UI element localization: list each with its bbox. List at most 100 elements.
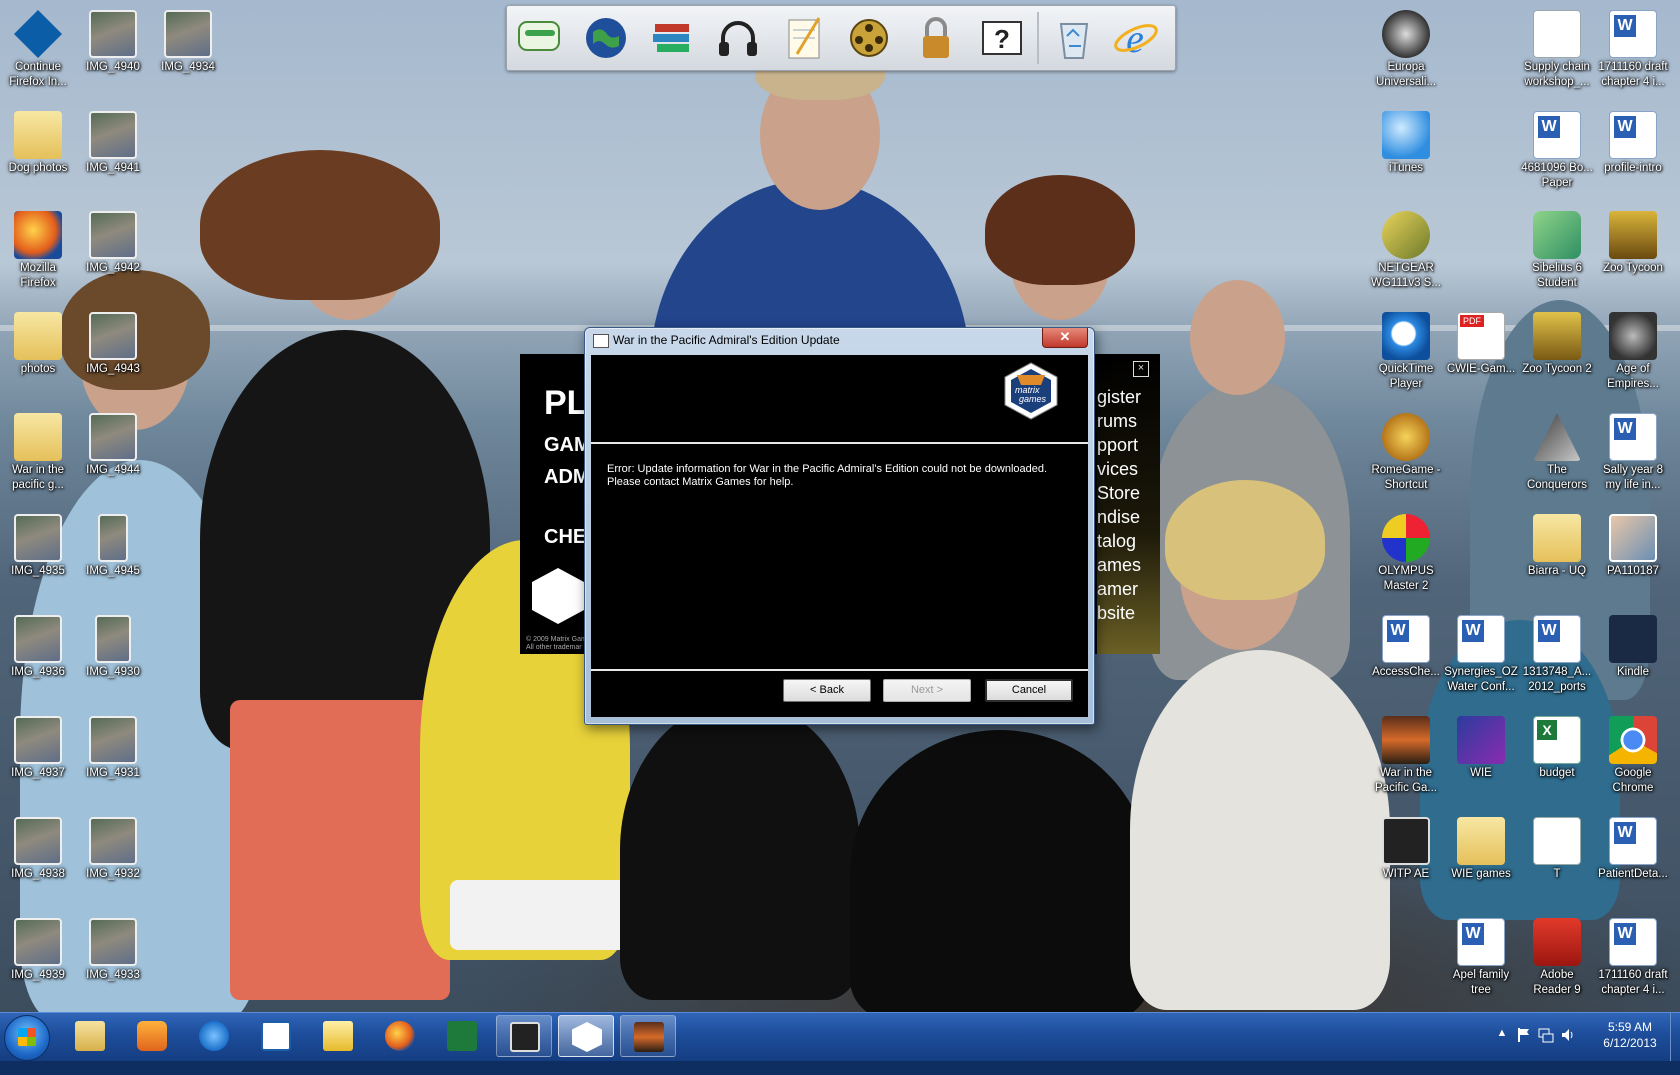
launcher-menu-item[interactable]: ndise bbox=[1097, 505, 1160, 529]
desktop-icon[interactable]: X budget bbox=[1520, 710, 1594, 806]
desktop-icon[interactable]: Europa Universali... bbox=[1369, 4, 1443, 100]
desktop-icon[interactable]: Continue Firefox In... bbox=[1, 4, 75, 100]
volume-icon[interactable] bbox=[1560, 1027, 1576, 1043]
desktop-icon[interactable]: Synergies_OZ Water Conf... bbox=[1444, 609, 1518, 705]
books-icon[interactable] bbox=[647, 14, 697, 62]
help-icon[interactable]: ? bbox=[977, 14, 1027, 62]
launcher-menu-item[interactable]: Store bbox=[1097, 481, 1160, 505]
action-center-flag-icon[interactable] bbox=[1516, 1027, 1532, 1043]
messages-icon[interactable] bbox=[515, 14, 565, 62]
taskbar-item-media-player[interactable] bbox=[124, 1015, 180, 1057]
desktop-icon[interactable]: AccessChe... bbox=[1369, 609, 1443, 705]
desktop-icon[interactable]: Sibelius 6 Student bbox=[1520, 205, 1594, 301]
desktop-icon[interactable]: PatientDeta... bbox=[1596, 811, 1670, 907]
back-button[interactable]: < Back bbox=[783, 679, 871, 702]
launcher-menu-item[interactable]: talog bbox=[1097, 529, 1160, 553]
desktop-icon[interactable]: War in the Pacific Ga... bbox=[1369, 710, 1443, 806]
taskbar-item-excel[interactable] bbox=[434, 1015, 490, 1057]
desktop-icon[interactable]: profile-intro bbox=[1596, 105, 1670, 201]
desktop-icon[interactable]: IMG_4945 bbox=[76, 508, 150, 604]
desktop-icon[interactable]: Kindle bbox=[1596, 609, 1670, 705]
launcher-menu-item[interactable]: rums bbox=[1097, 409, 1160, 433]
cancel-button[interactable]: Cancel bbox=[985, 679, 1073, 702]
desktop-icon[interactable]: IMG_4939 bbox=[1, 912, 75, 1008]
film-reel-icon[interactable] bbox=[845, 14, 895, 62]
desktop-icon[interactable]: 1711160 draft chapter 4 i... bbox=[1596, 912, 1670, 1008]
desktop-icon[interactable]: IMG_4943 bbox=[76, 306, 150, 402]
desktop-icon[interactable]: Zoo Tycoon 2 bbox=[1520, 306, 1594, 402]
launcher-menu-item[interactable]: bsite bbox=[1097, 601, 1160, 625]
desktop-icon[interactable]: IMG_4940 bbox=[76, 4, 150, 100]
network-icon[interactable] bbox=[1538, 1027, 1554, 1043]
padlock-icon[interactable] bbox=[911, 14, 961, 62]
desktop-icon[interactable]: Dog photos bbox=[1, 105, 75, 201]
headphones-icon[interactable] bbox=[713, 14, 763, 62]
desktop-icon[interactable]: OLYMPUS Master 2 bbox=[1369, 508, 1443, 604]
firefox-icon bbox=[14, 211, 62, 259]
taskbar-item-outlook[interactable] bbox=[310, 1015, 366, 1057]
launcher-menu-item[interactable]: amer bbox=[1097, 577, 1160, 601]
desktop-icon[interactable]: IMG_4941 bbox=[76, 105, 150, 201]
desktop-icon[interactable]: 1313748_A... 2012_ports bbox=[1520, 609, 1594, 705]
show-desktop-button[interactable] bbox=[1670, 1013, 1680, 1061]
desktop-icon[interactable]: IMG_4944 bbox=[76, 407, 150, 503]
desktop-icon[interactable]: Age of Empires... bbox=[1596, 306, 1670, 402]
next-button[interactable]: Next > bbox=[883, 679, 971, 702]
desktop-icon[interactable]: IMG_4931 bbox=[76, 710, 150, 806]
taskbar-item-matrix-games[interactable] bbox=[558, 1015, 614, 1057]
desktop-icon[interactable]: IMG_4937 bbox=[1, 710, 75, 806]
globe-icon[interactable] bbox=[581, 14, 631, 62]
launcher-menu-item[interactable]: gister bbox=[1097, 385, 1160, 409]
desktop-icon[interactable]: iTunes bbox=[1369, 105, 1443, 201]
desktop-icon[interactable]: IMG_4936 bbox=[1, 609, 75, 705]
desktop-icon[interactable]: The Conquerors bbox=[1520, 407, 1594, 503]
desktop-icon[interactable]: War in the pacific g... bbox=[1, 407, 75, 503]
desktop-icon[interactable]: WIE games bbox=[1444, 811, 1518, 907]
dialog-close-button[interactable]: ✕ bbox=[1042, 328, 1088, 348]
desktop-icon[interactable]: IMG_4938 bbox=[1, 811, 75, 907]
desktop-icon-label: IMG_4945 bbox=[86, 565, 140, 577]
launcher-close-button[interactable]: × bbox=[1133, 361, 1149, 377]
show-hidden-icons-chevron-icon[interactable]: ▲ bbox=[1494, 1027, 1510, 1043]
desktop-icon[interactable]: Apel family tree bbox=[1444, 912, 1518, 1008]
taskbar-item-firefox[interactable] bbox=[372, 1015, 428, 1057]
desktop-icon[interactable]: WITP AE bbox=[1369, 811, 1443, 907]
internet-explorer-icon[interactable]: e bbox=[1111, 14, 1161, 62]
taskbar-item-witp-game[interactable] bbox=[620, 1015, 676, 1057]
desktop-icon[interactable]: T bbox=[1520, 811, 1594, 907]
wallpaper-person bbox=[450, 880, 640, 950]
desktop-icon[interactable]: QuickTime Player bbox=[1369, 306, 1443, 402]
taskbar-item-file-explorer[interactable] bbox=[62, 1015, 118, 1057]
desktop-icon[interactable]: Supply chain workshop_... bbox=[1520, 4, 1594, 100]
recycle-bin-icon[interactable] bbox=[1049, 14, 1099, 62]
taskbar-item-internet-explorer[interactable] bbox=[186, 1015, 242, 1057]
desktop-icon[interactable]: 1711160 draft chapter 4 i... bbox=[1596, 4, 1670, 100]
launcher-menu-item[interactable]: vices bbox=[1097, 457, 1160, 481]
desktop-icon[interactable]: IMG_4934 bbox=[151, 4, 225, 100]
desktop-icon[interactable]: Mozilla Firefox bbox=[1, 205, 75, 301]
desktop-icon[interactable]: Sally year 8 my life in... bbox=[1596, 407, 1670, 503]
notepad-icon[interactable] bbox=[779, 14, 829, 62]
desktop-icon[interactable]: NETGEAR WG111v3 S... bbox=[1369, 205, 1443, 301]
desktop-icon[interactable]: IMG_4932 bbox=[76, 811, 150, 907]
desktop-icon[interactable]: RomeGame - Shortcut bbox=[1369, 407, 1443, 503]
launcher-menu-item[interactable]: pport bbox=[1097, 433, 1160, 457]
desktop-icon[interactable]: PDF CWIE-Gam... bbox=[1444, 306, 1518, 402]
taskbar-clock[interactable]: 5:59 AM 6/12/2013 bbox=[1594, 1019, 1666, 1051]
desktop-icon[interactable]: Zoo Tycoon bbox=[1596, 205, 1670, 301]
desktop-icon[interactable]: photos bbox=[1, 306, 75, 402]
desktop-icon[interactable]: IMG_4930 bbox=[76, 609, 150, 705]
desktop-icon[interactable]: Google Chrome bbox=[1596, 710, 1670, 806]
desktop-icon[interactable]: Adobe Reader 9 bbox=[1520, 912, 1594, 1008]
desktop-icon[interactable]: IMG_4933 bbox=[76, 912, 150, 1008]
start-button[interactable] bbox=[4, 1015, 50, 1061]
taskbar-item-publisher[interactable] bbox=[248, 1015, 304, 1057]
desktop-icon[interactable]: 4681096 Bo... Paper bbox=[1520, 105, 1594, 201]
desktop-icon[interactable]: IMG_4935 bbox=[1, 508, 75, 604]
desktop-icon[interactable]: WIE bbox=[1444, 710, 1518, 806]
desktop-icon[interactable]: PA110187 bbox=[1596, 508, 1670, 604]
desktop-icon[interactable]: IMG_4942 bbox=[76, 205, 150, 301]
desktop-icon[interactable]: Biarra - UQ bbox=[1520, 508, 1594, 604]
launcher-menu-item[interactable]: ames bbox=[1097, 553, 1160, 577]
taskbar-item-witp-ae[interactable] bbox=[496, 1015, 552, 1057]
